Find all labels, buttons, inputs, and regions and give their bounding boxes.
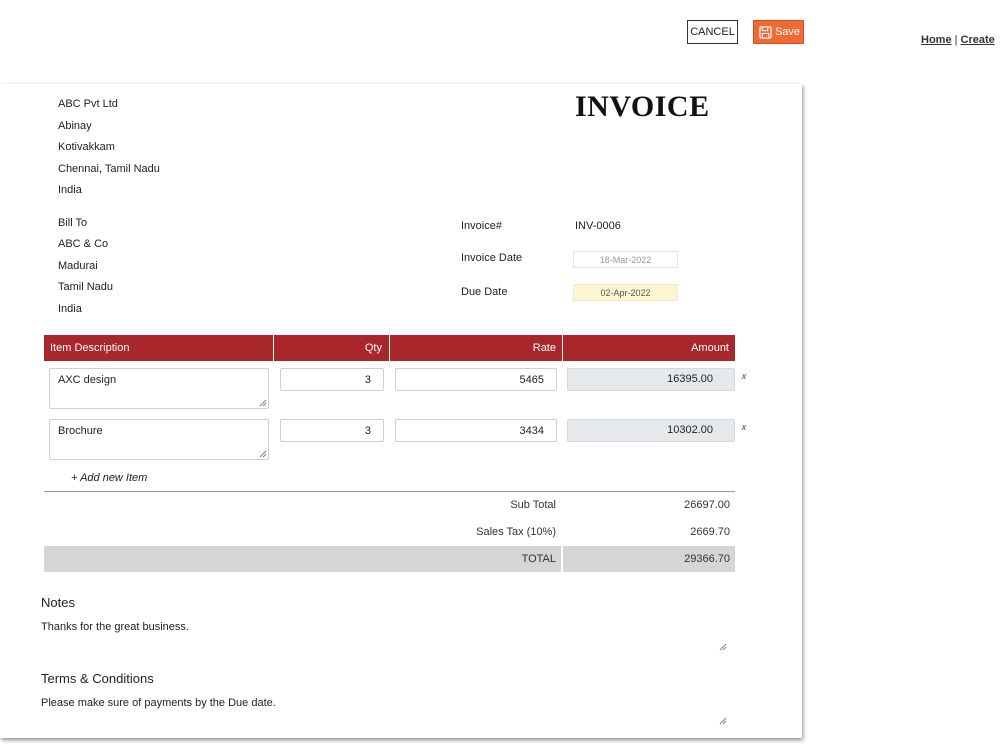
create-link[interactable]: Create [961, 34, 995, 46]
top-nav-links: Home | Create [921, 34, 995, 46]
item-rate-input[interactable] [395, 368, 557, 391]
tax-value: 2669.70 [690, 526, 730, 538]
resize-handle-icon[interactable] [259, 399, 267, 407]
subtotal-label: Sub Total [510, 499, 556, 511]
company-street: Kotivakkam [58, 141, 115, 153]
total-divider [561, 546, 563, 572]
notes-title: Notes [41, 595, 75, 610]
invoice-sheet [0, 84, 802, 738]
remove-item-icon[interactable]: x [740, 422, 748, 432]
total-value: 29366.70 [684, 553, 730, 565]
table-divider [44, 491, 735, 492]
total-label: TOTAL [521, 553, 556, 565]
bill-to-state: Tamil Nadu [58, 281, 114, 293]
column-header-amount: Amount [691, 342, 729, 354]
due-date-field[interactable] [573, 284, 678, 301]
bill-to-name: ABC & Co [58, 238, 109, 250]
item-qty-input[interactable] [280, 368, 384, 391]
terms-title: Terms & Conditions [41, 671, 154, 686]
company-city: Chennai, Tamil Nadu [58, 163, 160, 175]
remove-item-icon[interactable]: x [740, 371, 748, 381]
link-separator: | [954, 34, 958, 46]
due-date-label: Due Date [461, 286, 508, 298]
home-link[interactable]: Home [921, 34, 952, 46]
save-icon [759, 25, 772, 39]
terms-text[interactable]: Please make sure of payments by the Due … [41, 697, 276, 709]
column-header-rate: Rate [532, 342, 556, 354]
save-button[interactable]: Save [753, 20, 804, 44]
item-amount: 16395.00 [567, 368, 735, 391]
invoice-number-value: INV-0006 [575, 220, 621, 232]
invoice-date-field[interactable] [573, 251, 678, 268]
invoice-number-label: Invoice# [461, 220, 502, 232]
subtotal-value: 26697.00 [684, 499, 730, 511]
item-description-input[interactable]: Brochure [49, 419, 269, 460]
save-button-label: Save [774, 26, 801, 38]
total-row [44, 546, 735, 572]
bill-to-country: India [58, 303, 82, 315]
bill-to-city: Madurai [58, 260, 98, 272]
notes-text[interactable]: Thanks for the great business. [41, 621, 189, 633]
invoice-date-label: Invoice Date [461, 252, 523, 264]
company-country: India [58, 184, 82, 196]
item-description-input[interactable]: AXC design [49, 368, 269, 409]
item-amount: 10302.00 [567, 419, 735, 442]
page-title: INVOICE [575, 90, 710, 123]
item-qty-input[interactable] [280, 419, 384, 442]
resize-handle-icon[interactable] [719, 643, 727, 651]
bill-to-label: Bill To [58, 217, 88, 229]
add-item-link[interactable]: + Add new Item [71, 472, 147, 484]
cancel-button[interactable]: CANCEL [687, 20, 738, 44]
resize-handle-icon[interactable] [719, 717, 727, 725]
column-header-description: Item Description [50, 342, 130, 354]
tax-label: Sales Tax (10%) [476, 526, 556, 538]
column-header-qty: Qty [364, 342, 382, 354]
company-name: ABC Pvt Ltd [58, 98, 118, 110]
company-contact: Abinay [58, 120, 92, 132]
item-rate-input[interactable] [395, 419, 557, 442]
resize-handle-icon[interactable] [259, 450, 267, 458]
